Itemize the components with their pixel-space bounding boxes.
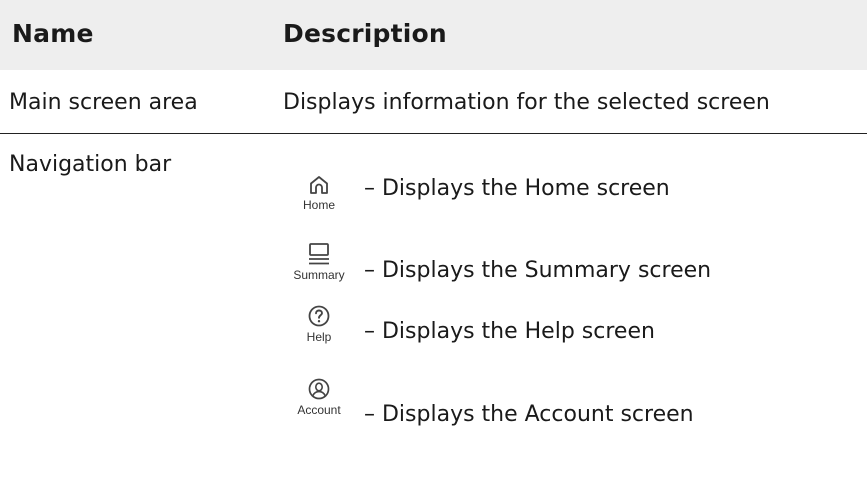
header-description: Description xyxy=(283,19,447,48)
summary-icon xyxy=(309,243,329,265)
nav-description-home: – Displays the Home screen xyxy=(364,176,670,201)
home-icon xyxy=(310,176,328,194)
row-name-navigation-bar: Navigation bar xyxy=(9,152,172,177)
nav-label-home: Home xyxy=(302,198,335,212)
row-name-main-screen-area: Main screen area xyxy=(9,90,198,115)
nav-icon-summary: Summary xyxy=(282,242,356,282)
row-description-main-screen-area: Displays information for the selected sc… xyxy=(283,90,770,115)
nav-description-summary: – Displays the Summary screen xyxy=(364,258,712,283)
account-icon xyxy=(308,378,330,400)
nav-icon-account: Account xyxy=(282,377,356,417)
nav-label-summary: Summary xyxy=(293,268,345,282)
help-icon xyxy=(308,305,330,327)
nav-label-help: Help xyxy=(306,330,332,344)
row-divider xyxy=(0,133,867,134)
nav-icon-help: Help xyxy=(282,304,356,344)
nav-description-help: – Displays the Help screen xyxy=(364,319,655,344)
table-header-row: Name Description xyxy=(0,0,867,70)
nav-label-account: Account xyxy=(297,403,341,417)
nav-icon-home: Home xyxy=(282,174,356,212)
header-name: Name xyxy=(12,19,94,48)
nav-description-account: – Displays the Account screen xyxy=(364,402,694,427)
